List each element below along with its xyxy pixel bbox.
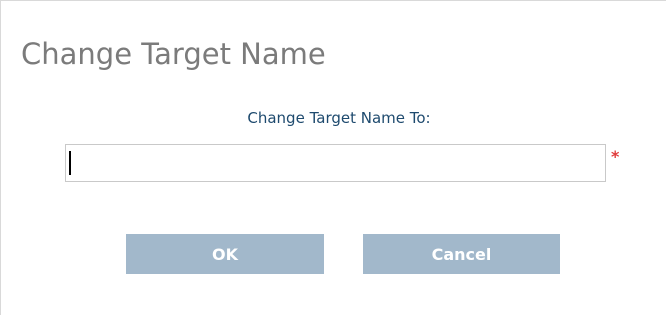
change-target-name-dialog: Change Target Name Change Target Name To… (0, 0, 666, 315)
ok-button[interactable]: OK (126, 234, 324, 274)
text-cursor (69, 151, 71, 175)
target-name-label: Change Target Name To: (247, 109, 431, 127)
cancel-button[interactable]: Cancel (363, 234, 560, 274)
dialog-title: Change Target Name (21, 37, 326, 71)
target-name-input[interactable] (65, 144, 606, 182)
required-indicator: * (611, 147, 620, 166)
